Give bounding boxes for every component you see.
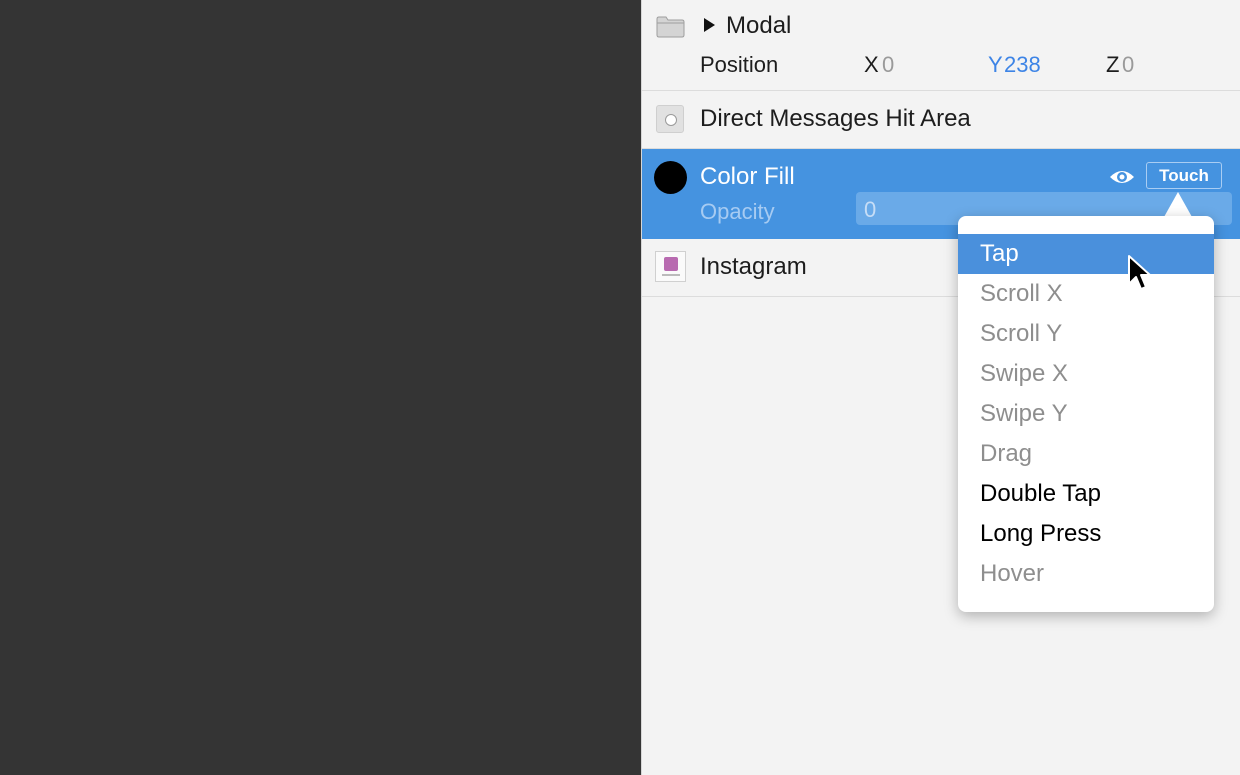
z-axis-label: Z [1106, 52, 1120, 77]
menu-item-scroll-y[interactable]: Scroll Y [958, 314, 1214, 354]
folder-icon [656, 16, 685, 38]
y-value[interactable]: 238 [1004, 52, 1041, 78]
menu-item-long-press[interactable]: Long Press [958, 514, 1214, 554]
layer-direct-messages-hit-area[interactable]: Direct Messages Hit Area [642, 91, 1240, 149]
menu-item-drag[interactable]: Drag [958, 434, 1214, 474]
instagram-thumbnail-icon [655, 251, 686, 282]
hit-area-icon [656, 105, 684, 133]
opacity-label: Opacity [700, 199, 775, 224]
eye-icon[interactable] [1108, 167, 1136, 187]
z-value[interactable]: 0 [1122, 52, 1134, 78]
menu-item-swipe-x[interactable]: Swipe X [958, 354, 1214, 394]
canvas-area[interactable] [0, 0, 641, 775]
touch-button[interactable]: Touch [1146, 162, 1222, 189]
color-fill-icon [654, 161, 687, 194]
menu-item-double-tap[interactable]: Double Tap [958, 474, 1214, 514]
y-axis-label: Y [988, 52, 1003, 77]
position-label: Position [700, 52, 779, 77]
layer-name: Modal [726, 12, 792, 39]
menu-item-scroll-x[interactable]: Scroll X [958, 274, 1214, 314]
disclosure-triangle-icon[interactable] [704, 18, 715, 32]
layer-name: Instagram [700, 253, 807, 280]
x-axis-label: X [864, 52, 879, 77]
menu-item-swipe-y[interactable]: Swipe Y [958, 394, 1214, 434]
touch-menu: Tap Scroll X Scroll Y Swipe X Swipe Y Dr… [958, 216, 1214, 612]
layer-name: Direct Messages Hit Area [700, 105, 971, 132]
menu-pointer [1164, 192, 1192, 217]
x-value[interactable]: 0 [882, 52, 894, 78]
layer-modal[interactable]: Modal Position X 0 Y 238 Z 0 [642, 0, 1240, 91]
layer-name: Color Fill [700, 163, 795, 190]
menu-item-tap[interactable]: Tap [958, 234, 1214, 274]
menu-item-hover[interactable]: Hover [958, 554, 1214, 594]
opacity-value: 0 [864, 197, 877, 222]
